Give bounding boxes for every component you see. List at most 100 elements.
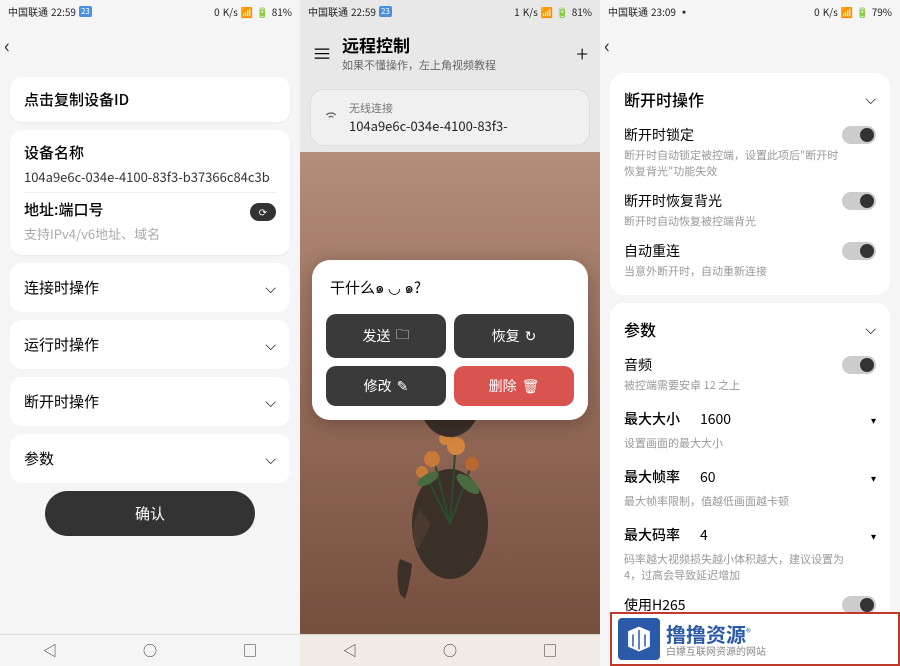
nav-bar: ◁ ○ □	[0, 634, 300, 666]
device-name-label: 设备名称	[24, 142, 276, 163]
setting-maxbitrate-row: 最大码率 4 ▾ 码率越大视频损失越小体积越大，建议设置为 4，过高会导致延迟增…	[624, 515, 876, 589]
nav-home[interactable]: ○	[443, 641, 457, 661]
nav-recent[interactable]: □	[543, 641, 557, 661]
setting-desc: 最大帧率限制，值越低画面越卡顿	[624, 493, 876, 509]
param-value: 60	[700, 467, 716, 487]
copy-device-id-button[interactable]: 点击复制设备ID	[10, 77, 290, 122]
connection-id: 104a9e6c-034e-4100-83f3-	[349, 116, 577, 135]
carrier: 中国联通	[8, 4, 48, 19]
page-title: 远程控制	[342, 32, 566, 57]
delete-button[interactable]: 删除 🗑	[454, 366, 574, 406]
copy-id-label: 点击复制设备ID	[24, 89, 129, 110]
status-bar: 中国联通 23:09 ▪ 0 K/s 📶 🔋 79%	[600, 0, 900, 22]
section-connect[interactable]: 连接时操作 ⌵	[10, 263, 290, 312]
nav-back[interactable]: ◁	[43, 641, 57, 661]
section-title: 断开时操作	[624, 87, 704, 111]
signal-icon: 📶	[541, 4, 553, 19]
battery-icon: 🔋	[856, 4, 868, 19]
folder-icon: 🗀	[396, 324, 410, 348]
param-maxbitrate[interactable]: 最大码率 4 ▾	[624, 521, 876, 549]
net-unit: K/s	[823, 4, 838, 19]
param-value: 1600	[700, 409, 731, 429]
param-value: 4	[700, 525, 708, 545]
dialog-title: 干什么๑ ◡ ๑?	[326, 274, 574, 302]
watermark-trademark: ®	[746, 624, 751, 639]
net-speed: 0	[214, 4, 220, 19]
setting-title: 自动重连	[624, 241, 680, 261]
setting-title: 断开时恢复背光	[624, 191, 722, 211]
address-label: 地址:端口号	[24, 199, 103, 220]
clock: 22:59	[51, 4, 76, 19]
section-title: 参数	[624, 317, 656, 341]
confirm-label: 确认	[135, 503, 165, 524]
refresh-icon: ↻	[525, 326, 537, 346]
connection-type-label: 无线连接	[349, 100, 577, 116]
chevron-down-icon: ⌵	[265, 335, 276, 355]
action-dialog: 干什么๑ ◡ ๑? 发送 🗀 恢复 ↻ 修改 ✎ 删除 🗑	[312, 260, 588, 420]
section-disconnect-label: 断开时操作	[24, 391, 99, 412]
back-button[interactable]: ‹	[604, 30, 610, 59]
dropdown-icon: ▾	[871, 412, 876, 427]
dropdown-icon: ▾	[871, 470, 876, 485]
send-label: 发送	[363, 326, 391, 346]
carrier: 中国联通	[308, 4, 348, 19]
section-disconnect[interactable]: 断开时操作 ⌵	[10, 377, 290, 426]
nav-back[interactable]: ◁	[343, 641, 357, 661]
confirm-button[interactable]: 确认	[45, 491, 255, 536]
add-button[interactable]: +	[576, 37, 588, 69]
section-runtime[interactable]: 运行时操作 ⌵	[10, 320, 290, 369]
screen-device-config: 中国联通 22:59 23 0 K/s 📶 🔋 81% ‹ 点击复制设备ID 设…	[0, 0, 300, 666]
status-bar: 中国联通 22:59 23 0 K/s 📶 🔋 81%	[0, 0, 300, 22]
toggle-audio[interactable]	[842, 356, 876, 374]
modify-label: 修改	[364, 376, 392, 396]
chevron-down-icon: ⌵	[265, 449, 276, 469]
device-info-card: 设备名称 104a9e6c-034e-4100-83f3-b37366c84c3…	[10, 130, 290, 255]
chevron-down-icon: ⌵	[865, 319, 876, 339]
net-unit: K/s	[223, 4, 238, 19]
param-maxsize[interactable]: 最大大小 1600 ▾	[624, 405, 876, 433]
toggle-lock[interactable]	[842, 126, 876, 144]
nav-recent[interactable]: □	[243, 641, 257, 661]
net-speed: 1	[514, 4, 520, 19]
param-maxfps[interactable]: 最大帧率 60 ▾	[624, 463, 876, 491]
setting-lock-row: 断开时锁定 断开时自动锁定被控端，设置此项后"断开时恢复背光"功能失效	[624, 119, 876, 185]
section-params[interactable]: 参数 ⌵	[10, 434, 290, 483]
address-input[interactable]: 支持IPv4/v6地址、域名	[24, 224, 276, 243]
params-section: 参数 ⌵ 音频 被控端需要安卓 12 之上 最大大小 1600 ▾ 设置画面的最…	[610, 303, 890, 649]
param-label: 最大码率	[624, 525, 680, 545]
connection-card[interactable]: 无线连接 104a9e6c-034e-4100-83f3-	[310, 89, 590, 146]
param-label: 最大大小	[624, 409, 680, 429]
back-button[interactable]: ‹	[4, 30, 10, 59]
section-connect-label: 连接时操作	[24, 277, 99, 298]
status-badge: 23	[79, 6, 92, 17]
nav-bar: ◁ ○ □	[300, 634, 600, 666]
setting-maxfps-row: 最大帧率 60 ▾ 最大帧率限制，值越低画面越卡顿	[624, 457, 876, 515]
carrier: 中国联通	[608, 4, 648, 19]
setting-title: 音频	[624, 355, 652, 375]
restore-button[interactable]: 恢复 ↻	[454, 314, 574, 358]
watermark-logo-icon	[618, 618, 660, 660]
setting-reconnect-row: 自动重连 当意外断开时，自动重新连接	[624, 235, 876, 285]
setting-desc: 断开时自动恢复被控端背光	[624, 213, 876, 229]
watermark-subtitle: 白嫖互联网资源的网站	[666, 645, 766, 656]
refresh-icon[interactable]: ⟳	[250, 203, 276, 221]
net-speed: 0	[814, 4, 820, 19]
restore-label: 恢复	[492, 326, 520, 346]
toggle-reconnect[interactable]	[842, 242, 876, 260]
disconnect-section: 断开时操作 ⌵ 断开时锁定 断开时自动锁定被控端，设置此项后"断开时恢复背光"功…	[610, 73, 890, 295]
setting-desc: 当意外断开时，自动重新连接	[624, 263, 876, 279]
menu-icon[interactable]: ≡	[312, 38, 332, 67]
toggle-backlight[interactable]	[842, 192, 876, 210]
chevron-down-icon: ⌵	[865, 89, 876, 109]
edit-icon: ✎	[397, 376, 409, 396]
setting-desc: 码率越大视频损失越小体积越大，建议设置为 4，过高会导致延迟增加	[624, 551, 876, 583]
section-toggle[interactable]: 参数 ⌵	[624, 313, 876, 349]
nav-home[interactable]: ○	[143, 641, 157, 661]
modify-button[interactable]: 修改 ✎	[326, 366, 446, 406]
clock: 22:59	[351, 4, 376, 19]
wifi-icon	[323, 107, 339, 128]
setting-desc: 被控端需要安卓 12 之上	[624, 377, 876, 393]
send-button[interactable]: 发送 🗀	[326, 314, 446, 358]
section-toggle[interactable]: 断开时操作 ⌵	[624, 83, 876, 119]
net-unit: K/s	[523, 4, 538, 19]
